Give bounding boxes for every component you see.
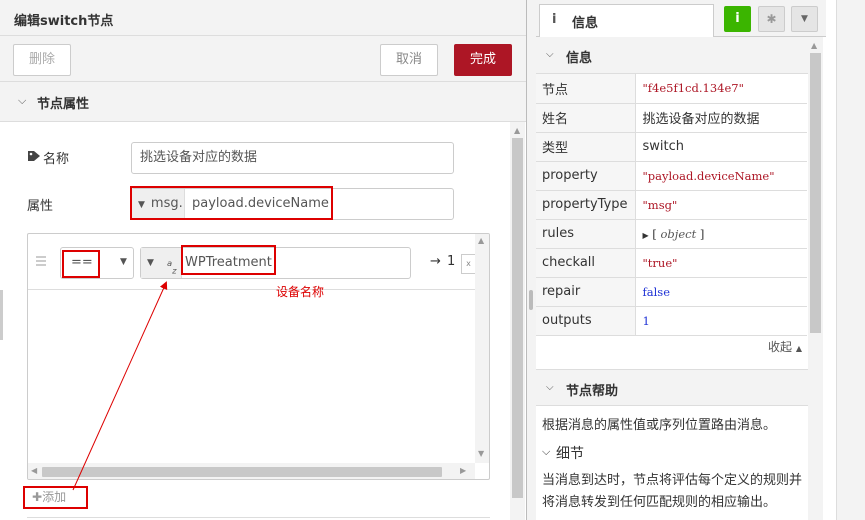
panel-splitter[interactable] [527,0,536,520]
node-help-header[interactable]: ⌵ 节点帮助 [536,369,808,406]
debug-tab-button[interactable]: ✱ [758,6,785,32]
info-key: repair [536,277,636,307]
remove-rule-button[interactable]: x [461,254,475,274]
rules-list: == ▼ ▼ az WPTreatment → 1 x ▲ ▼ ◀ ▶ [27,233,490,480]
info-value: object [660,226,697,241]
drag-handle-icon[interactable] [36,256,46,266]
collapse-label: 收起 [768,340,793,354]
sidebar-vertical-scrollbar[interactable]: ▲ [808,37,823,520]
output-number: 1 [447,254,456,269]
table-row: outputs 1 [536,306,807,336]
chevron-down-icon: ⌵ [546,382,554,393]
table-row: repair false [536,277,807,307]
workspace-edge [836,0,865,520]
sidebar-menu-button[interactable]: ▼ [791,6,818,32]
scroll-up-icon[interactable]: ▲ [478,236,484,245]
table-row: propertyType "msg" [536,190,807,220]
property-highlight-box [130,186,333,220]
scroll-right-icon[interactable]: ▶ [460,466,466,475]
info-key: checkall [536,248,636,278]
sidebar-tab-bar: i 信息 i ✱ ▼ [536,0,826,37]
arrow-right-icon: → [430,254,441,269]
annotation-label: 设备名称 [276,285,325,299]
node-properties-header[interactable]: ⌵ 节点属性 [0,82,526,122]
name-label: 名称 [43,152,70,167]
table-row: checkall "true" [536,248,807,278]
info-key: outputs [536,306,636,336]
info-key: 类型 [536,132,636,162]
scroll-left-icon[interactable]: ◀ [31,466,37,475]
done-button[interactable]: 完成 [454,44,512,76]
tray-edge-grip[interactable] [0,290,3,340]
node-properties-form: 名称 挑选设备对应的数据 属性 ▼ msg. payload.deviceName… [13,122,510,520]
tray-vertical-scrollbar[interactable]: ▲ [510,122,525,520]
tag-icon [28,151,40,161]
collapse-link[interactable]: 收起 ▲ [768,338,802,355]
tray-header: 编辑switch节点 [0,0,526,36]
info-key: property [536,161,636,191]
info-tab-button[interactable]: i [724,6,751,32]
info-section-header[interactable]: ⌵ 信息 [536,37,808,74]
chevron-down-icon[interactable]: ⌵ [542,445,550,459]
edit-tray: 编辑switch节点 删除 取消 完成 ⌵ 节点属性 名称 挑选设备对应的数据 … [0,0,527,520]
info-key: 姓名 [536,103,636,133]
rules-horizontal-scrollbar[interactable]: ◀ ▶ [28,463,475,479]
cancel-button[interactable]: 取消 [380,44,438,76]
chevron-down-icon: ⌵ [18,94,27,107]
divider [27,517,490,518]
help-summary: 根据消息的属性值或序列位置路由消息。 [542,418,777,433]
rules-vertical-scrollbar[interactable]: ▲ ▼ [475,234,489,463]
add-highlight-box [23,486,88,509]
table-row: property "payload.deviceName" [536,161,807,191]
chevron-down-icon: ▼ [120,257,127,267]
node-help-title: 节点帮助 [566,384,619,399]
node-info-table: 节点 "f4e5f1cd.134e7" 姓名 挑选设备对应的数据 类型 swit… [536,74,807,336]
info-icon: i [552,12,557,27]
tray-toolbar: 删除 取消 完成 [0,36,526,82]
caret-up-icon: ▲ [795,344,802,353]
scrollbar-thumb[interactable] [512,138,523,498]
info-value: "payload.deviceName" [635,161,807,191]
delete-button[interactable]: 删除 [13,44,71,76]
tab-info[interactable]: i 信息 [539,4,714,37]
info-value[interactable]: "f4e5f1cd.134e7" [635,74,807,104]
info-value: "msg" [635,190,807,220]
operator-highlight-box [62,250,100,278]
table-row: 姓名 挑选设备对应的数据 [536,103,807,133]
info-value: switch [635,132,807,162]
rule-row: == ▼ ▼ az WPTreatment → 1 x [28,234,475,290]
info-value: false [635,277,807,307]
scroll-up-icon[interactable]: ▲ [811,41,817,50]
scrollbar-thumb[interactable] [810,53,821,333]
info-key: rules [536,219,636,249]
help-details-text: 当消息到达时，节点将评估每个定义的规则并将消息转发到任何匹配规则的相应输出。 [542,473,803,510]
info-section-title: 信息 [566,51,593,66]
table-row: rules ▶ [ object ] [536,219,807,249]
splitter-grip-icon[interactable] [529,290,533,310]
node-properties-title: 节点属性 [37,97,90,112]
tray-title: 编辑switch节点 [14,14,114,29]
info-value: 1 [635,306,807,336]
info-value: "true" [635,248,807,278]
scrollbar-thumb[interactable] [42,467,442,477]
scroll-down-icon[interactable]: ▼ [478,449,484,458]
table-row: 节点 "f4e5f1cd.134e7" [536,74,807,104]
info-key: propertyType [536,190,636,220]
chevron-down-icon: ⌵ [546,49,554,60]
info-value-expandable[interactable]: ▶ [ object ] [635,219,807,249]
property-label: 属性 [27,199,54,214]
string-type-icon: az [167,258,177,276]
table-row: 类型 switch [536,132,807,162]
rule-value-highlight-box [181,245,276,275]
info-key: 节点 [536,74,636,104]
name-input[interactable]: 挑选设备对应的数据 [131,142,454,174]
info-value: 挑选设备对应的数据 [635,103,807,133]
tab-info-label: 信息 [572,16,599,31]
caret-down-icon: ▼ [801,14,808,24]
scroll-up-icon[interactable]: ▲ [514,126,520,135]
caret-right-icon: ▶ [642,230,649,240]
info-sidebar: i 信息 i ✱ ▼ ⌵ 信息 节点 "f4e5f1cd.134e7" 姓名 挑… [536,0,836,520]
help-details-title[interactable]: 细节 [556,443,584,463]
